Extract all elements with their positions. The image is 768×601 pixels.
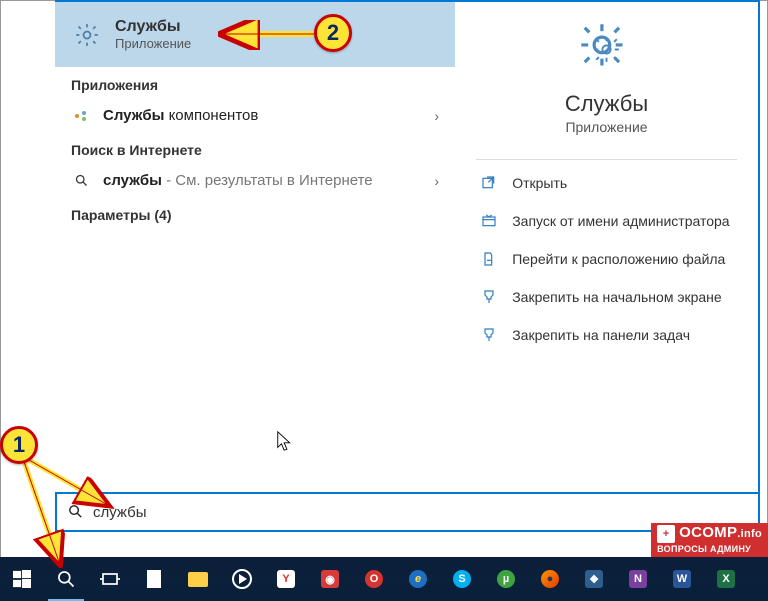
taskbar-app-explorer[interactable] <box>176 557 220 601</box>
opera-icon: O <box>363 568 385 590</box>
document-icon <box>143 568 165 590</box>
taskbar-app-camera[interactable]: ◉ <box>308 557 352 601</box>
taskbar-app-yandex[interactable]: Y <box>264 557 308 601</box>
search-input-value: службы <box>93 504 147 521</box>
taskbar-app-notepad[interactable] <box>132 557 176 601</box>
utorrent-icon: µ <box>495 568 517 590</box>
action-label: Запуск от имени администратора <box>512 213 729 229</box>
taskbar-search-button[interactable] <box>44 557 88 601</box>
section-header-parameters: Параметры (4) <box>55 197 455 229</box>
word-icon: W <box>671 568 693 590</box>
taskbar-app-utorrent[interactable]: µ <box>484 557 528 601</box>
plus-icon: + <box>657 525 675 543</box>
action-run-as-admin[interactable]: Запуск от имени администратора <box>476 204 737 238</box>
firefox-icon: ● <box>539 568 561 590</box>
annotation-callout-1: 1 <box>0 426 38 464</box>
detail-actions-list: Открыть Запуск от имени администратора П… <box>476 166 737 352</box>
task-view-icon <box>99 568 121 590</box>
app-icon: ❖ <box>583 568 605 590</box>
ie-icon: e <box>407 568 429 590</box>
section-header-apps: Приложения <box>55 67 455 99</box>
taskbar-app-media-player[interactable] <box>220 557 264 601</box>
chevron-right-icon: › <box>434 108 439 124</box>
taskbar-app-opera[interactable]: O <box>352 557 396 601</box>
folder-icon <box>187 568 209 590</box>
windows-search-results-panel: Службы Приложение Приложения Службы комп… <box>55 0 760 530</box>
detail-title: Службы <box>565 91 648 117</box>
best-match-item[interactable]: Службы Приложение <box>55 2 455 67</box>
best-match-subtitle: Приложение <box>115 36 191 51</box>
task-view-button[interactable] <box>88 557 132 601</box>
result-row-component-services[interactable]: Службы компонентов › <box>55 99 455 132</box>
action-label: Закрепить на начальном экране <box>512 289 722 305</box>
yandex-icon: Y <box>275 568 297 590</box>
result-label: службы - См. результаты в Интернете <box>103 172 422 189</box>
action-label: Закрепить на панели задач <box>512 327 690 343</box>
best-match-title: Службы <box>115 18 191 36</box>
skype-icon: S <box>451 568 473 590</box>
camera-icon: ◉ <box>319 568 341 590</box>
admin-shield-icon <box>480 212 498 230</box>
taskbar-app-firefox[interactable]: ● <box>528 557 572 601</box>
search-icon <box>55 568 77 590</box>
detail-subtitle: Приложение <box>565 119 647 135</box>
pin-icon <box>480 326 498 344</box>
chevron-right-icon: › <box>434 173 439 189</box>
watermark-badge: +OCOMP.info ВОПРОСЫ АДМИНУ <box>651 523 768 557</box>
taskbar: Y ◉ O e S µ ● ❖ N W X <box>0 557 768 601</box>
pin-icon <box>480 288 498 306</box>
search-icon <box>71 173 91 188</box>
action-pin-to-start[interactable]: Закрепить на начальном экране <box>476 280 737 314</box>
taskbar-app-ie[interactable]: e <box>396 557 440 601</box>
taskbar-app-generic1[interactable]: ❖ <box>572 557 616 601</box>
action-open-file-location[interactable]: Перейти к расположению файла <box>476 242 737 276</box>
gear-icon <box>579 22 634 77</box>
taskbar-app-onenote[interactable]: N <box>616 557 660 601</box>
search-icon <box>67 503 85 521</box>
component-services-icon <box>71 108 91 124</box>
open-icon <box>480 174 498 192</box>
action-label: Открыть <box>512 175 567 191</box>
taskbar-app-excel[interactable]: X <box>704 557 748 601</box>
result-label: Службы компонентов <box>103 107 422 124</box>
action-open[interactable]: Открыть <box>476 166 737 200</box>
folder-location-icon <box>480 250 498 268</box>
start-button[interactable] <box>0 557 44 601</box>
annotation-callout-2: 2 <box>314 14 352 52</box>
gear-icon <box>73 21 101 49</box>
search-result-detail-pane: Службы Приложение Открыть Запуск от имен… <box>455 2 758 530</box>
section-header-web: Поиск в Интернете <box>55 132 455 164</box>
result-row-web-search[interactable]: службы - См. результаты в Интернете › <box>55 164 455 197</box>
onenote-icon: N <box>627 568 649 590</box>
taskbar-app-word[interactable]: W <box>660 557 704 601</box>
divider <box>476 159 737 160</box>
action-pin-to-taskbar[interactable]: Закрепить на панели задач <box>476 318 737 352</box>
play-icon <box>231 568 253 590</box>
taskbar-app-skype[interactable]: S <box>440 557 484 601</box>
excel-icon: X <box>715 568 737 590</box>
windows-logo-icon <box>11 568 33 590</box>
search-results-list: Службы Приложение Приложения Службы комп… <box>55 2 455 530</box>
action-label: Перейти к расположению файла <box>512 251 725 267</box>
